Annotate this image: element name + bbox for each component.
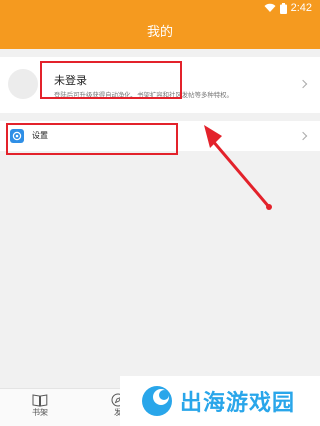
tab-bookshelf-label: 书架 bbox=[32, 408, 48, 417]
settings-label: 设置 bbox=[32, 131, 48, 140]
chevron-right-icon bbox=[298, 79, 308, 89]
page-header: 我的 bbox=[0, 16, 320, 49]
tab-bookshelf[interactable]: 书架 bbox=[10, 391, 70, 425]
watermark: 出海游戏园 bbox=[120, 376, 320, 426]
book-icon bbox=[32, 394, 48, 407]
battery-icon bbox=[279, 2, 287, 14]
login-card[interactable]: 未登录 登陆后可升级获得自动净化、书架扩容和社区发帖等多种特权。 bbox=[0, 57, 320, 113]
page-title: 我的 bbox=[146, 25, 173, 40]
system-icons: 2:42 bbox=[264, 1, 312, 15]
settings-icon bbox=[10, 129, 24, 143]
login-status-title: 未登录 bbox=[54, 74, 87, 87]
status-bar: 2:42 bbox=[0, 0, 320, 16]
login-benefits-description: 登陆后可升级获得自动净化、书架扩容和社区发帖等多种特权。 bbox=[54, 91, 233, 99]
watermark-text: 出海游戏园 bbox=[180, 391, 296, 416]
wifi-icon bbox=[264, 3, 276, 12]
status-clock: 2:42 bbox=[290, 2, 312, 14]
chevron-right-icon bbox=[298, 131, 308, 141]
settings-row[interactable]: 设置 bbox=[0, 121, 320, 151]
watermark-logo-icon bbox=[142, 386, 172, 416]
avatar[interactable] bbox=[8, 69, 38, 99]
